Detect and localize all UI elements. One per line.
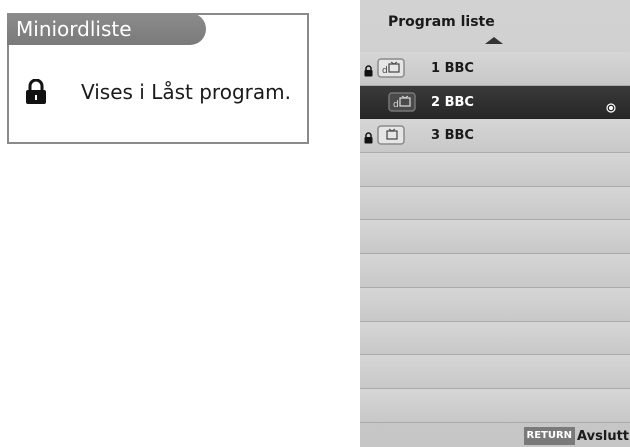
exit-label: Avslutt [577, 428, 629, 444]
empty-row [360, 186, 630, 221]
program-label: 1 BBC [431, 61, 474, 76]
program-row[interactable]: d 2 BBC [360, 85, 630, 120]
empty-row [360, 321, 630, 356]
footer: RETURN Avslutt [523, 425, 630, 447]
tv-atv-icon [377, 125, 405, 146]
tv-dtv-icon: d [377, 58, 405, 78]
glossary-title: Miniordliste [7, 13, 206, 45]
tv-dtv-icon: d [388, 91, 416, 112]
selected-radio-icon [606, 98, 616, 113]
program-row[interactable]: d 1 BBC [360, 52, 630, 86]
glossary-entry-text: Vises i Låst program. [81, 80, 291, 104]
program-list-title: Program liste [388, 14, 495, 30]
program-list-panel: Program liste d 1 BBC d 2 BBC 3 BBC RETURN A… [360, 0, 630, 447]
empty-row [360, 220, 630, 255]
svg-text:d: d [393, 100, 399, 110]
glossary-box: Miniordliste Vises i Låst program. [7, 13, 309, 144]
lock-icon [364, 129, 373, 144]
glossary-entry: Vises i Låst program. [25, 79, 291, 105]
program-label: 3 BBC [431, 128, 474, 144]
lock-icon [26, 79, 46, 104]
program-list: d 1 BBC d 2 BBC 3 BBC [360, 52, 630, 423]
up-arrow-icon[interactable] [485, 37, 503, 44]
return-button[interactable]: RETURN [523, 427, 576, 445]
empty-row [360, 355, 630, 389]
svg-text:d: d [382, 66, 388, 76]
empty-row [360, 287, 630, 322]
empty-row [360, 254, 630, 288]
empty-row [360, 388, 630, 423]
lock-icon [364, 62, 373, 77]
program-row[interactable]: 3 BBC [360, 119, 630, 154]
program-label: 2 BBC [431, 94, 474, 110]
empty-row [360, 153, 630, 187]
